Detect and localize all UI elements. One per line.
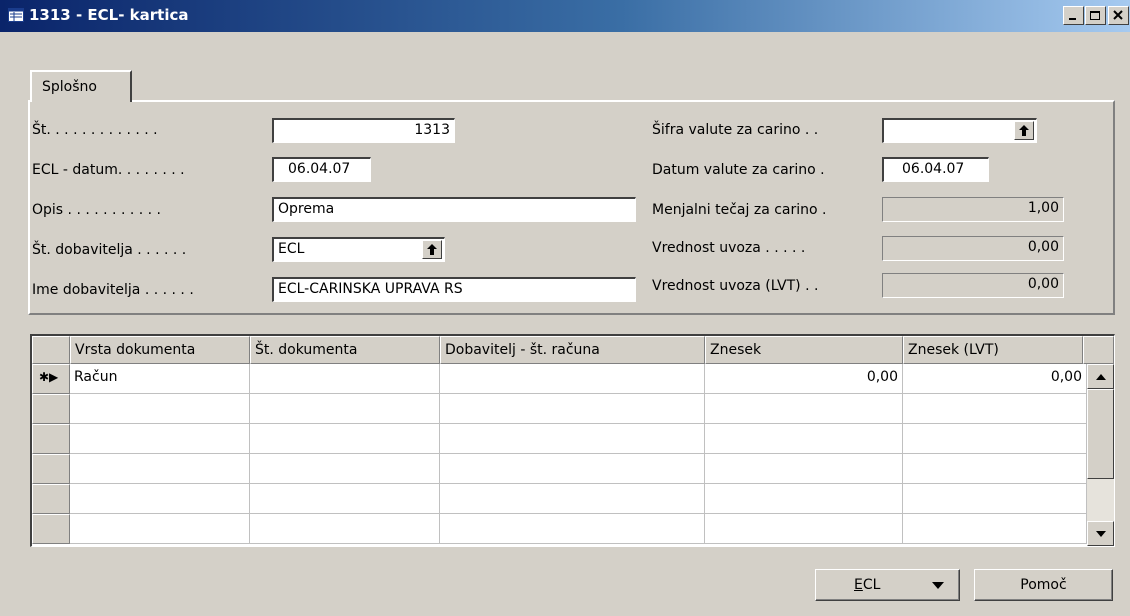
col-header-vrsta-dokumenta[interactable]: Vrsta dokumenta (70, 336, 250, 364)
document-lines-grid[interactable]: Vrsta dokumenta Št. dokumenta Dobavitelj… (30, 334, 1115, 547)
st-label: Št. . . . . . . . . . . . . (32, 122, 158, 138)
vrednost-uvoza-field: 0,00 (882, 236, 1064, 261)
vrednost-uvoza-lvt-label: Vrednost uvoza (LVT) . . (652, 278, 819, 294)
table-cell[interactable] (250, 484, 440, 514)
scrollbar-thumb[interactable] (1087, 389, 1114, 479)
grid-corner (32, 336, 70, 364)
minimize-button[interactable] (1063, 6, 1084, 25)
table-cell[interactable]: Račun (70, 364, 250, 394)
row-selector[interactable] (32, 394, 70, 424)
datum-valute-field[interactable]: 06.04.07 (882, 157, 989, 182)
table-cell[interactable] (903, 484, 1087, 514)
table-cell[interactable] (440, 364, 705, 394)
ecl-mnemonic: E (854, 577, 863, 593)
row-selector[interactable] (32, 484, 70, 514)
col-header-st-dokumenta[interactable]: Št. dokumenta (250, 336, 440, 364)
table-cell[interactable] (903, 394, 1087, 424)
table-cell[interactable] (440, 394, 705, 424)
opis-label: Opis . . . . . . . . . . . (32, 202, 161, 218)
col-header-dobavitelj-st-racuna[interactable]: Dobavitelj - št. računa (440, 336, 705, 364)
col-header-filler (1083, 336, 1114, 364)
st-dobavitelja-label: Št. dobavitelja . . . . . . (32, 242, 187, 258)
row-selector[interactable]: ✱▶ (32, 364, 70, 394)
sifra-valute-label: Šifra valute za carino . . (652, 122, 819, 138)
close-icon (1113, 10, 1123, 20)
table-cell[interactable] (440, 454, 705, 484)
opis-field[interactable]: Oprema (272, 197, 636, 222)
table-cell[interactable] (705, 484, 903, 514)
menjalni-tecaj-label: Menjalni tečaj za carino . (652, 202, 827, 218)
tab-splosno[interactable]: Splošno (30, 70, 132, 102)
table-cell[interactable] (70, 394, 250, 424)
datum-valute-label: Datum valute za carino . (652, 162, 825, 178)
table-cell[interactable] (705, 514, 903, 544)
minimize-icon (1069, 18, 1076, 20)
table-cell[interactable] (70, 454, 250, 484)
row-selector[interactable] (32, 514, 70, 544)
tab-splosno-label: Splošno (42, 79, 97, 95)
dropdown-arrow-icon (932, 582, 944, 589)
ecl-menu-button[interactable]: ECL (815, 569, 960, 601)
table-cell[interactable] (250, 394, 440, 424)
table-cell[interactable] (705, 394, 903, 424)
grid-vertical-scrollbar[interactable] (1087, 364, 1114, 546)
table-cell[interactable] (70, 484, 250, 514)
help-button[interactable]: Pomoč (974, 569, 1113, 601)
window-title: 1313 - ECL- kartica (29, 6, 189, 24)
maximize-button[interactable] (1085, 6, 1106, 25)
table-cell[interactable] (903, 424, 1087, 454)
table-cell[interactable] (70, 424, 250, 454)
ecl-button-label: ECL (854, 577, 881, 593)
table-cell[interactable] (903, 454, 1087, 484)
row-selector[interactable] (32, 454, 70, 484)
lookup-arrow-icon (1019, 125, 1029, 136)
title-bar[interactable]: 1313 - ECL- kartica (0, 0, 1130, 32)
table-cell[interactable] (250, 424, 440, 454)
row-selector[interactable] (32, 424, 70, 454)
ime-dobavitelja-field[interactable]: ECL-CARINSKA UPRAVA RS (272, 277, 636, 302)
ecl-datum-label: ECL - datum. . . . . . . . (32, 162, 185, 178)
maximize-icon (1090, 11, 1100, 20)
col-header-znesek-lvt[interactable]: Znesek (LVT) (903, 336, 1083, 364)
scroll-up-icon (1096, 374, 1106, 380)
sifra-valute-lookup-button[interactable] (1014, 121, 1034, 140)
menjalni-tecaj-field: 1,00 (882, 197, 1064, 222)
vrednost-uvoza-label: Vrednost uvoza . . . . . (652, 240, 806, 256)
ime-dobavitelja-label: Ime dobavitelja . . . . . . (32, 282, 194, 298)
lookup-arrow-icon (427, 244, 437, 255)
scroll-down-button[interactable] (1087, 521, 1114, 546)
table-cell[interactable] (250, 454, 440, 484)
table-cell[interactable] (705, 424, 903, 454)
table-cell[interactable] (440, 424, 705, 454)
st-field[interactable]: 1313 (272, 118, 455, 143)
scroll-down-icon (1096, 531, 1106, 537)
table-cell[interactable] (250, 514, 440, 544)
col-header-znesek[interactable]: Znesek (705, 336, 903, 364)
table-cell[interactable] (250, 364, 440, 394)
table-cell[interactable] (440, 514, 705, 544)
st-dobavitelja-lookup-button[interactable] (422, 240, 442, 259)
table-cell[interactable]: 0,00 (705, 364, 903, 394)
scroll-up-button[interactable] (1087, 364, 1114, 389)
table-cell[interactable] (903, 514, 1087, 544)
table-cell[interactable] (705, 454, 903, 484)
vrednost-uvoza-lvt-field: 0,00 (882, 273, 1064, 298)
table-cell[interactable] (440, 484, 705, 514)
st-dobavitelja-field[interactable]: ECL (272, 237, 445, 262)
close-button[interactable] (1108, 6, 1129, 25)
current-row-marker: ✱▶ (39, 370, 59, 384)
ecl-datum-field[interactable]: 06.04.07 (272, 157, 371, 182)
form-icon (8, 8, 24, 22)
table-cell[interactable]: 0,00 (903, 364, 1087, 394)
table-cell[interactable] (70, 514, 250, 544)
